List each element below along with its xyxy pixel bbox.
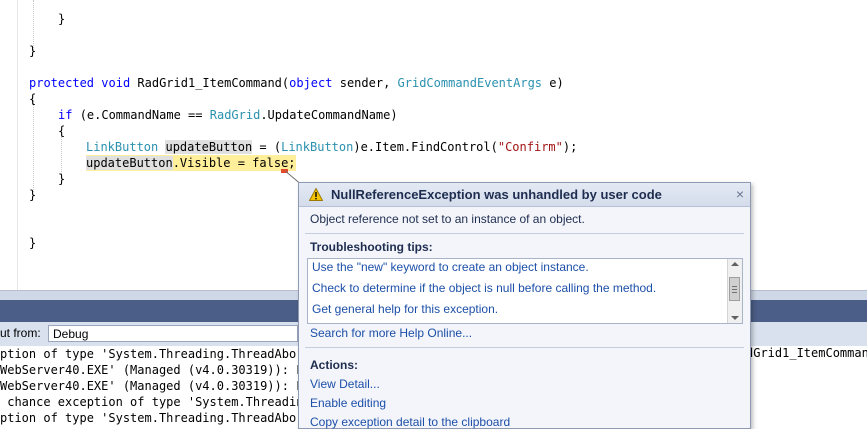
- code-line: {: [58, 123, 65, 139]
- divider: [305, 233, 744, 234]
- keyword: void: [101, 76, 131, 90]
- type-name: LinkButton: [281, 140, 354, 154]
- warning-icon: [309, 188, 323, 201]
- gutter-divider: [17, 0, 18, 290]
- exception-message: Object reference not set to an instance …: [310, 212, 585, 226]
- output-line: ption of type 'System.Threading.ThreadAb…: [0, 411, 311, 425]
- current-statement: updateButton.Visible = false;: [86, 155, 296, 171]
- grip-icon: [732, 292, 737, 293]
- condition: .UpdateCommandName): [260, 108, 398, 122]
- exception-assistant: NullReferenceException was unhandled by …: [298, 182, 751, 429]
- condition: (e.CommandName ==: [79, 108, 203, 122]
- enable-editing-link[interactable]: Enable editing: [310, 396, 386, 410]
- grip-icon: [732, 289, 737, 290]
- view-detail-link[interactable]: View Detail...: [310, 377, 380, 391]
- code-line: }: [29, 187, 36, 203]
- output-line: chance exception of type 'System.Threadi…: [0, 395, 311, 409]
- output-line-right: dGrid1_ItemCommand: [746, 346, 867, 360]
- tip-link[interactable]: Get general help for this exception.: [312, 302, 498, 316]
- brace: }: [29, 44, 37, 58]
- keyword: if: [58, 108, 73, 122]
- code-line: }: [29, 235, 36, 251]
- search-help-link[interactable]: Search for more Help Online...: [310, 326, 472, 340]
- param: sender,: [339, 76, 391, 90]
- call: )e.Item.FindControl(: [353, 140, 498, 154]
- brace: {: [29, 92, 37, 106]
- code-line: }: [58, 11, 65, 27]
- param: e): [549, 76, 564, 90]
- output-line: WebServer40.EXE' (Managed (v4.0.30319)):…: [0, 379, 304, 393]
- brace: }: [58, 12, 66, 26]
- divider: [305, 347, 744, 348]
- indent-guide: [33, 100, 34, 192]
- keyword: protected: [29, 76, 95, 90]
- copy-detail-link[interactable]: Copy exception detail to the clipboard: [310, 415, 510, 429]
- output-line: ption of type 'System.Threading.ThreadAb…: [0, 347, 311, 361]
- brace: }: [29, 236, 37, 250]
- brace: }: [29, 188, 37, 202]
- brace: }: [58, 172, 66, 186]
- code-line: }: [58, 171, 65, 187]
- troubleshooting-heading: Troubleshooting tips:: [310, 240, 433, 254]
- declaration-line: LinkButton updateButton = (LinkButton)e.…: [86, 139, 577, 155]
- call: );: [562, 140, 578, 154]
- type-name: GridCommandEventArgs: [397, 76, 543, 90]
- type-name: LinkButton: [86, 140, 159, 154]
- type-name: RadGrid: [209, 108, 261, 122]
- exception-title-bar: NullReferenceException was unhandled by …: [299, 183, 750, 207]
- brace: {: [58, 124, 66, 138]
- variable: updateButton: [165, 140, 253, 154]
- code-line: {: [29, 91, 36, 107]
- output-line: WebServer40.EXE' (Managed (v4.0.30319)):…: [0, 363, 304, 377]
- troubleshooting-tips-list[interactable]: Use the "new" keyword to create an objec…: [307, 258, 743, 324]
- string-literal: "Confirm": [497, 140, 563, 154]
- method-name: RadGrid1_ItemCommand(: [137, 76, 290, 90]
- keyword: object: [289, 76, 333, 90]
- scroll-up-icon[interactable]: [731, 262, 739, 266]
- grip-icon: [732, 286, 737, 287]
- method-signature: protected void RadGrid1_ItemCommand(obje…: [29, 75, 564, 91]
- tip-link[interactable]: Check to determine if the object is null…: [312, 281, 656, 295]
- exception-title: NullReferenceException was unhandled by …: [331, 187, 662, 202]
- actions-heading: Actions:: [310, 358, 358, 372]
- tip-link[interactable]: Use the "new" keyword to create an objec…: [312, 260, 589, 274]
- operator: = (: [259, 140, 282, 154]
- scroll-down-icon[interactable]: [731, 316, 739, 320]
- output-from-label: ut from:: [0, 326, 41, 340]
- tips-scrollbar[interactable]: [727, 259, 742, 323]
- if-statement: if (e.CommandName == RadGrid.UpdateComma…: [58, 107, 398, 123]
- scroll-thumb[interactable]: [729, 277, 740, 301]
- output-source-select[interactable]: Debug: [48, 325, 298, 342]
- close-icon[interactable]: ×: [736, 186, 744, 202]
- variable: updateButton: [86, 156, 173, 170]
- statement: .Visible = false;: [172, 156, 296, 170]
- code-line: }: [29, 43, 36, 59]
